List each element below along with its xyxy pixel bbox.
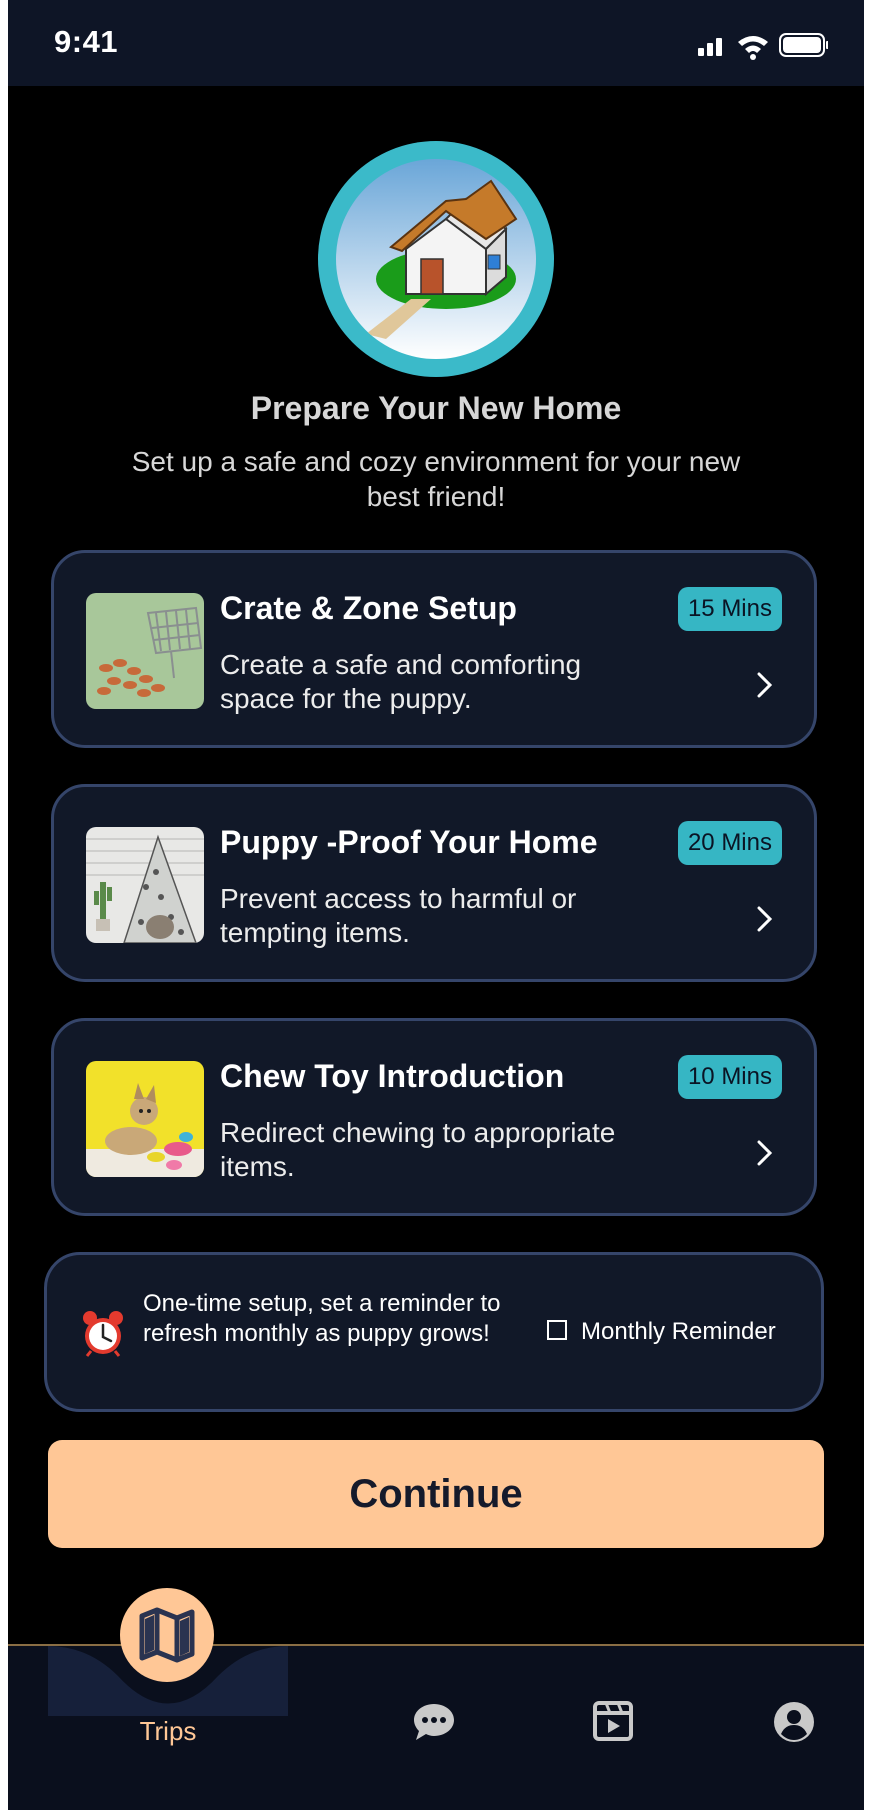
chevron-right-icon	[757, 1140, 773, 1166]
monthly-reminder-label[interactable]: Monthly Reminder	[581, 1318, 776, 1346]
task-card-puppy-proof[interactable]: Puppy -Proof Your Home Prevent access to…	[51, 784, 817, 982]
chat-icon[interactable]	[412, 1702, 456, 1742]
page-subtitle: Set up a safe and cozy environment for y…	[131, 446, 741, 512]
signal-icon	[698, 38, 722, 56]
chew-toy-image	[86, 1061, 204, 1177]
status-icons	[698, 30, 829, 65]
house-icon	[336, 159, 536, 359]
chevron-right-icon	[757, 672, 773, 698]
task-card-crate-setup[interactable]: Crate & Zone Setup Create a safe and com…	[51, 550, 817, 748]
alarm-clock-icon	[83, 1311, 123, 1357]
task-title: Puppy -Proof Your Home	[220, 824, 598, 860]
task-description: Create a safe and comforting space for t…	[220, 649, 582, 714]
task-description: Redirect chewing to appropriate items.	[220, 1117, 616, 1182]
duration-badge: 10 Mins	[677, 1055, 782, 1099]
monthly-reminder-checkbox[interactable]	[547, 1320, 567, 1340]
map-icon	[139, 1607, 195, 1663]
profile-icon[interactable]	[772, 1700, 816, 1744]
duration-badge: 20 Mins	[677, 821, 782, 865]
page-title: Prepare Your New Home	[250, 390, 622, 426]
task-description: Prevent access to harmful or tempting it…	[220, 883, 577, 948]
duration-badge: 15 Mins	[677, 587, 782, 631]
nav-trips-button[interactable]	[120, 1588, 214, 1682]
status-time: 9:41	[54, 24, 119, 59]
video-icon[interactable]	[592, 1700, 634, 1742]
reminder-panel: One-time setup, set a reminder to refres…	[44, 1252, 824, 1412]
task-title: Crate & Zone Setup	[220, 590, 517, 626]
reminder-text: One-time setup, set a reminder to refres…	[143, 1290, 501, 1347]
task-card-chew-toy[interactable]: Chew Toy Introduction Redirect chewing t…	[51, 1018, 817, 1216]
task-title: Chew Toy Introduction	[220, 1058, 565, 1094]
nav-trips-label[interactable]: Trips	[118, 1716, 218, 1747]
continue-button[interactable]: Continue	[48, 1440, 824, 1548]
status-bar: 9:41	[8, 0, 864, 86]
wifi-icon	[738, 36, 768, 60]
crate-setup-image	[86, 593, 204, 709]
battery-icon	[779, 33, 829, 57]
chevron-right-icon	[757, 906, 773, 932]
app-screen: 9:41 Prepare Your New Home Set up a safe…	[8, 0, 864, 1810]
puppy-proof-image	[86, 827, 204, 943]
home-illustration	[318, 141, 554, 377]
